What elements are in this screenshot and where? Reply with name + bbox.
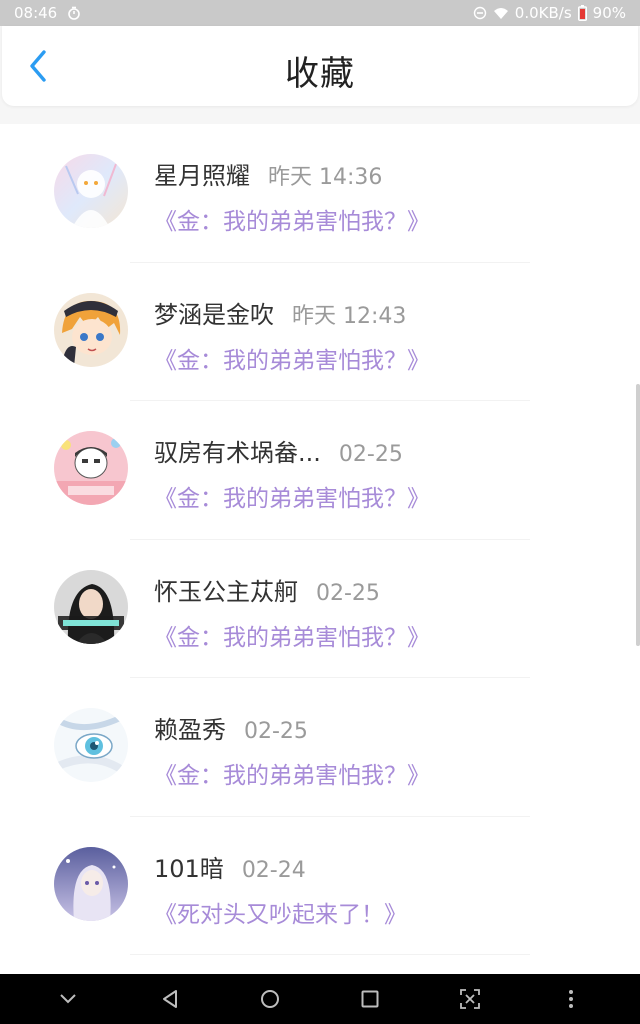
book-title[interactable]: 《金：我的弟弟害怕我？》	[154, 202, 430, 236]
scrollbar-thumb[interactable]	[636, 384, 640, 646]
timestamp: 02-25	[316, 580, 380, 606]
header: 收藏	[2, 26, 638, 106]
item-title-row: 怀玉公主苁舸 02-25	[154, 572, 380, 607]
battery-level: 90%	[592, 4, 626, 22]
page-title: 收藏	[285, 54, 355, 94]
network-speed: 0.0KB/s	[514, 4, 572, 22]
favorites-list: 星月照耀 昨天 14:36 《金：我的弟弟害怕我？》 梦涵是金吹 昨天 12:4…	[0, 124, 640, 955]
user-name: 星月照耀	[154, 162, 250, 190]
book-title[interactable]: 《死对头又吵起来了！》	[154, 895, 407, 929]
book-title[interactable]: 《金：我的弟弟害怕我？》	[154, 479, 430, 513]
dnd-icon	[473, 6, 487, 20]
item-title-row: 星月照耀 昨天 14:36	[154, 156, 382, 191]
status-left: 08:46	[14, 4, 81, 22]
book-title[interactable]: 《金：我的弟弟害怕我？》	[154, 756, 430, 790]
list-item[interactable]: 梦涵是金吹 昨天 12:43 《金：我的弟弟害怕我？》	[0, 263, 640, 401]
status-right: 0.0KB/s 90%	[473, 4, 626, 22]
avatar	[54, 292, 128, 367]
timestamp: 昨天 12:43	[292, 303, 407, 329]
stopwatch-icon	[67, 6, 81, 20]
home-circle-icon[interactable]	[250, 974, 290, 1024]
user-name: 赖盈秀	[154, 716, 226, 744]
user-name: 梦涵是金吹	[154, 300, 274, 329]
header-area: 收藏	[0, 26, 640, 124]
user-name: 怀玉公主苁舸	[154, 577, 298, 606]
back-triangle-icon[interactable]	[150, 974, 190, 1024]
divider	[130, 954, 530, 955]
book-title[interactable]: 《金：我的弟弟害怕我？》	[154, 618, 430, 652]
list-item[interactable]: 星月照耀 昨天 14:36 《金：我的弟弟害怕我？》	[0, 124, 640, 263]
screenshot-icon[interactable]	[450, 974, 490, 1024]
user-name: 驭房有术埚畚...	[154, 439, 321, 467]
chevron-down-icon[interactable]	[48, 974, 88, 1024]
recents-square-icon[interactable]	[350, 974, 390, 1024]
avatar	[54, 431, 128, 505]
avatar	[54, 846, 128, 921]
status-time: 08:46	[14, 4, 58, 22]
item-title-row: 赖盈秀 02-25	[154, 710, 308, 745]
avatar	[54, 708, 128, 782]
timestamp: 昨天 14:36	[268, 165, 383, 190]
list-item[interactable]: 赖盈秀 02-25 《金：我的弟弟害怕我？》	[0, 678, 640, 817]
timestamp: 02-25	[244, 719, 308, 744]
timestamp: 02-25	[338, 442, 403, 467]
screen: 08:46 0.0KB/s 90% 收藏 星月照耀 昨天 14:36 《金：我的…	[0, 0, 640, 1024]
status-bar: 08:46 0.0KB/s 90%	[0, 0, 640, 26]
item-title-row: 101暗 02-24	[154, 849, 306, 884]
item-title-row: 驭房有术埚畚... 02-25	[154, 433, 403, 468]
item-title-row: 梦涵是金吹 昨天 12:43	[154, 295, 406, 330]
nav-bar	[0, 974, 640, 1024]
timestamp: 02-24	[241, 857, 306, 883]
avatar	[54, 154, 128, 228]
list-item[interactable]: 怀玉公主苁舸 02-25 《金：我的弟弟害怕我？》	[0, 540, 640, 678]
more-vertical-icon[interactable]	[551, 974, 591, 1024]
user-name: 101暗	[154, 854, 224, 883]
list-item[interactable]: 驭房有术埚畚... 02-25 《金：我的弟弟害怕我？》	[0, 401, 640, 540]
avatar	[54, 569, 128, 644]
battery-icon	[577, 5, 587, 21]
list-item[interactable]: 101暗 02-24 《死对头又吵起来了！》	[0, 817, 640, 955]
wifi-icon	[493, 7, 509, 20]
book-title[interactable]: 《金：我的弟弟害怕我？》	[154, 341, 430, 375]
